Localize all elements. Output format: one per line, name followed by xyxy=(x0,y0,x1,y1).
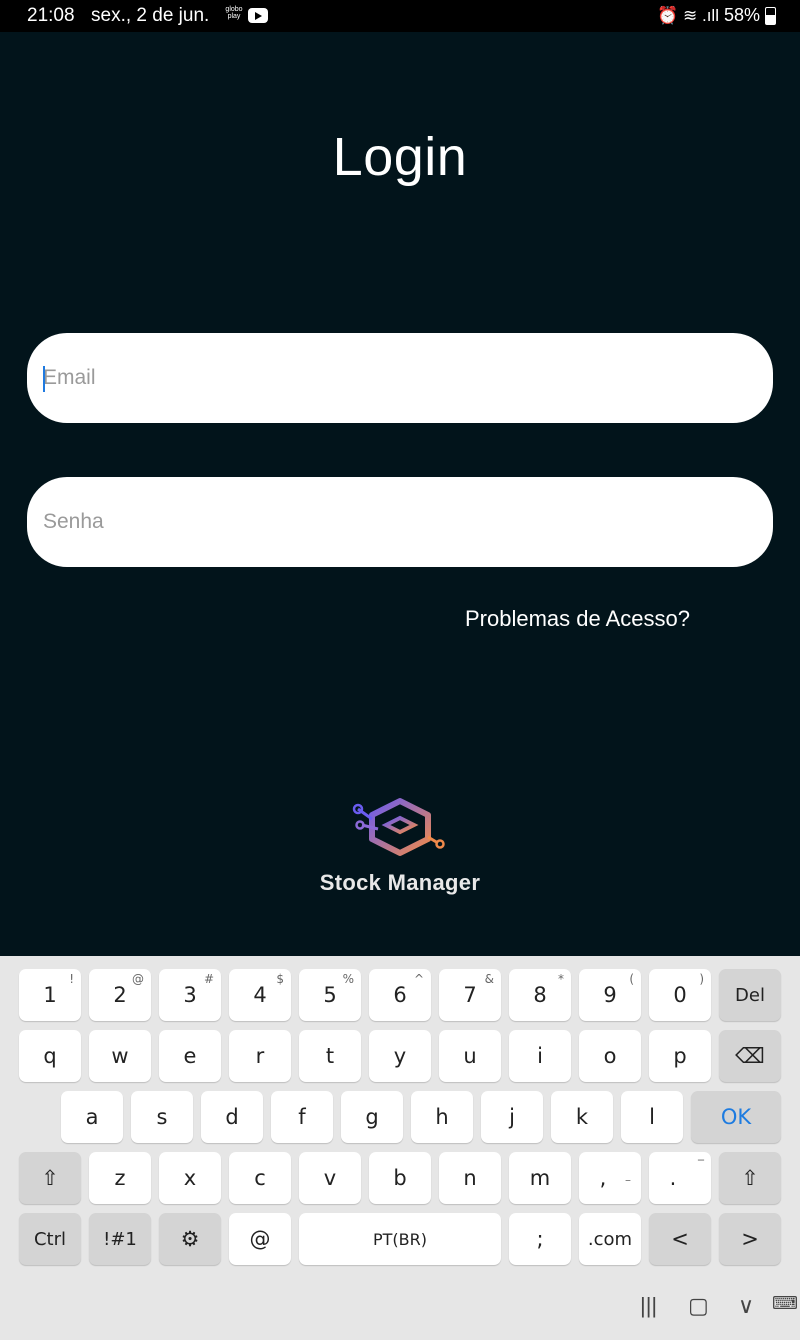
key-6[interactable]: 6 ^ xyxy=(369,969,431,1021)
key-s[interactable]: s xyxy=(131,1091,193,1143)
status-time: 21:08 xyxy=(27,5,75,26)
globoplay-icon: globo play xyxy=(225,6,243,20)
key-7[interactable]: 7 & xyxy=(439,969,501,1021)
key-5[interactable]: 5% xyxy=(299,969,361,1021)
backspace-icon[interactable]: ⌫ xyxy=(719,1030,781,1082)
key-alt-label: & xyxy=(484,972,494,986)
youtube-icon xyxy=(248,8,268,23)
key-k[interactable]: k xyxy=(551,1091,613,1143)
key-alt-label: % xyxy=(342,972,354,986)
key-alt-label: ( xyxy=(629,972,634,986)
battery-icon xyxy=(765,6,776,25)
password-field-container xyxy=(27,477,773,567)
key-label: 9 xyxy=(603,983,617,1007)
key-at[interactable]: @ xyxy=(229,1213,291,1265)
key-a[interactable]: a xyxy=(61,1091,123,1143)
key-alt-label: ! xyxy=(69,972,74,986)
key-alt-label: @ xyxy=(132,972,144,986)
dotcom-key[interactable]: .com xyxy=(579,1213,641,1265)
key-label: 6 xyxy=(393,983,407,1007)
status-icons: ⏰ ≋ .ıll 58% xyxy=(657,5,776,26)
key-q[interactable]: q xyxy=(19,1030,81,1082)
email-input[interactable] xyxy=(27,333,723,423)
status-bar: 21:08 sex., 2 de jun. globo play ⏰ ≋ .ıl… xyxy=(0,0,800,32)
signal-icons: ⏰ ≋ .ıll xyxy=(657,5,719,25)
key-h[interactable]: h xyxy=(411,1091,473,1143)
key-r[interactable]: r xyxy=(229,1030,291,1082)
key-d[interactable]: d xyxy=(201,1091,263,1143)
key-0[interactable]: 0) xyxy=(649,969,711,1021)
access-problems-link[interactable]: Problemas de Acesso? xyxy=(465,606,690,632)
key-t[interactable]: t xyxy=(299,1030,361,1082)
key-m[interactable]: m xyxy=(509,1152,571,1204)
key-label: . xyxy=(669,1166,677,1190)
key-label: 4 xyxy=(253,983,267,1007)
shift-right-icon[interactable]: ⇧ xyxy=(719,1152,781,1204)
key-alt-label: * xyxy=(558,972,564,986)
status-date: sex., 2 de jun. xyxy=(91,5,210,26)
symbols-key[interactable]: !#1 xyxy=(89,1213,151,1265)
cursor-left-icon[interactable]: < xyxy=(649,1213,711,1265)
key-j[interactable]: j xyxy=(481,1091,543,1143)
key-3[interactable]: 3 # xyxy=(159,969,221,1021)
text-caret xyxy=(43,366,45,392)
key-l[interactable]: l xyxy=(621,1091,683,1143)
key-label: 3 xyxy=(183,983,197,1007)
stock-manager-logo-icon xyxy=(352,798,445,856)
key-label: , xyxy=(599,1166,607,1190)
brand-name: Stock Manager xyxy=(319,870,481,895)
page-title: Login xyxy=(332,127,468,187)
key-i[interactable]: i xyxy=(509,1030,571,1082)
key-n[interactable]: n xyxy=(439,1152,501,1204)
key-label: 5 xyxy=(323,983,337,1007)
shift-left-icon[interactable]: ⇧ xyxy=(19,1152,81,1204)
key-1[interactable]: 1! xyxy=(19,969,81,1021)
key-alt-label: ) xyxy=(699,972,704,986)
key-f[interactable]: f xyxy=(271,1091,333,1143)
key-alt-label: ^ xyxy=(413,972,424,986)
home-icon[interactable]: ▢ xyxy=(688,1293,709,1319)
key-label: 2 xyxy=(113,983,127,1007)
key-label: 7 xyxy=(463,983,477,1007)
ctrl-key[interactable]: Ctrl xyxy=(19,1213,81,1265)
space-key[interactable]: PT(BR) xyxy=(299,1213,501,1265)
key-comma[interactable]: , – xyxy=(579,1152,641,1204)
back-icon[interactable]: ∨ xyxy=(738,1293,754,1319)
key-alt-label: # xyxy=(203,972,214,986)
key-4[interactable]: 4 $ xyxy=(229,969,291,1021)
key-alt-label: ‾ xyxy=(698,1158,704,1172)
key-label: 0 xyxy=(673,983,687,1007)
cursor-right-icon[interactable]: > xyxy=(719,1213,781,1265)
key-alt-label: $ xyxy=(276,972,284,986)
delete-key[interactable]: Del xyxy=(719,969,781,1021)
keyboard-switch-icon[interactable]: ⌨ xyxy=(772,1293,798,1314)
key-8[interactable]: 8 * xyxy=(509,969,571,1021)
key-g[interactable]: g xyxy=(341,1091,403,1143)
key-u[interactable]: u xyxy=(439,1030,501,1082)
key-b[interactable]: b xyxy=(369,1152,431,1204)
key-v[interactable]: v xyxy=(299,1152,361,1204)
password-input[interactable] xyxy=(27,477,723,567)
email-field-container xyxy=(27,333,773,423)
key-period[interactable]: . ‾ xyxy=(649,1152,711,1204)
key-c[interactable]: c xyxy=(229,1152,291,1204)
key-label: 8 xyxy=(533,983,547,1007)
ok-key[interactable]: OK xyxy=(691,1091,781,1143)
key-e[interactable]: e xyxy=(159,1030,221,1082)
on-screen-keyboard: 1! 2 @ 3 # 4 $ 5% 6 ^ 7 & 8 * 9( 0) Del q w e … xyxy=(0,956,800,1340)
settings-gear-icon[interactable]: ⚙ xyxy=(159,1213,221,1265)
key-z[interactable]: z xyxy=(89,1152,151,1204)
key-label: 1 xyxy=(43,983,57,1007)
key-semicolon[interactable]: ; xyxy=(509,1213,571,1265)
key-x[interactable]: x xyxy=(159,1152,221,1204)
recents-icon[interactable]: ||| xyxy=(640,1293,657,1319)
key-2[interactable]: 2 @ xyxy=(89,969,151,1021)
key-p[interactable]: p xyxy=(649,1030,711,1082)
key-w[interactable]: w xyxy=(89,1030,151,1082)
battery-level: 58% xyxy=(723,5,760,25)
key-y[interactable]: y xyxy=(369,1030,431,1082)
key-alt-label: – xyxy=(625,1173,631,1187)
key-o[interactable]: o xyxy=(579,1030,641,1082)
key-9[interactable]: 9( xyxy=(579,969,641,1021)
